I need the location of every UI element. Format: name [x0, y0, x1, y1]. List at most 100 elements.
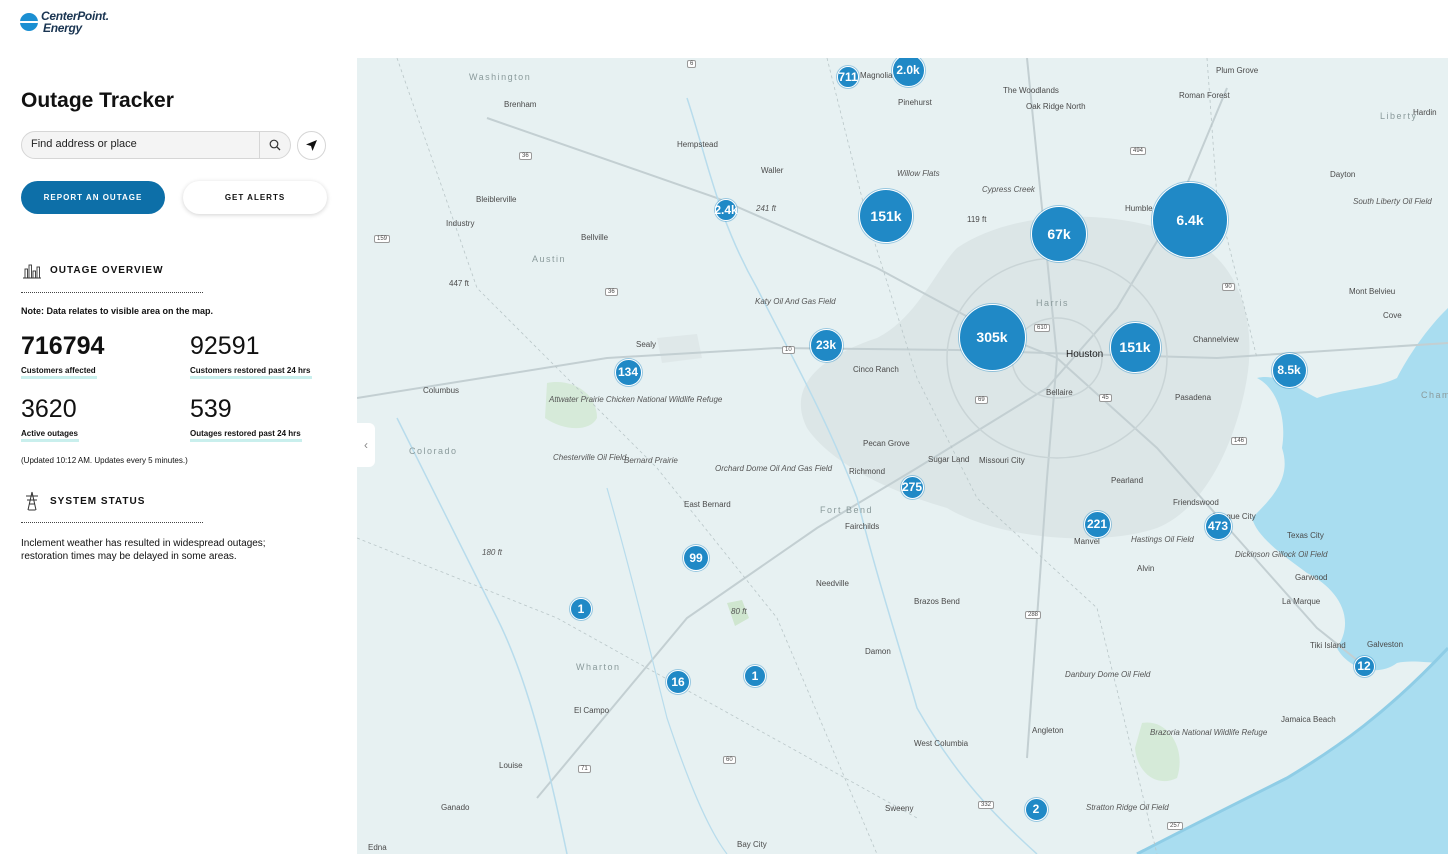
- outage-cluster[interactable]: 275: [900, 475, 924, 499]
- map-place-label: Edna: [368, 843, 387, 852]
- outage-cluster[interactable]: 2.0k: [891, 58, 925, 87]
- power-tower-icon: [21, 491, 43, 511]
- active-outages-stat: 3620 Active outages: [21, 395, 79, 442]
- map-place-label: Pearland: [1111, 476, 1144, 485]
- map-place-label: Washington: [469, 72, 532, 82]
- get-alerts-button[interactable]: GET ALERTS: [183, 181, 327, 214]
- map-place-label: Chesterville Oil Field: [553, 453, 627, 462]
- map-place-label: Galveston: [1367, 640, 1404, 649]
- san-bernard-river: [606, 487, 728, 854]
- outage-cluster[interactable]: 16: [666, 670, 690, 694]
- map-place-label: South Liberty Oil Field: [1353, 197, 1432, 206]
- park-area: [545, 382, 597, 429]
- chevron-left-icon: ‹: [364, 438, 368, 452]
- map-place-label: Mont Belvieu: [1349, 287, 1396, 296]
- map-place-label: Bellaire: [1046, 388, 1073, 397]
- search-input[interactable]: [31, 138, 251, 150]
- colorado-river: [396, 417, 568, 854]
- map-place-label: 180 ft: [482, 548, 503, 557]
- map-place-label: Alvin: [1137, 564, 1155, 573]
- outage-cluster[interactable]: 1: [570, 598, 592, 620]
- report-outage-button[interactable]: REPORT AN OUTAGE: [21, 181, 165, 214]
- highway-shield: 610: [1034, 324, 1051, 332]
- map-place-label: Colorado: [409, 446, 458, 456]
- map-place-label: Brazos Bend: [914, 597, 960, 606]
- map-place-label: Dayton: [1330, 170, 1356, 179]
- search-box: [21, 131, 291, 159]
- highway-shield: 494: [1130, 147, 1147, 155]
- map-place-label: Bernard Prairie: [624, 456, 678, 465]
- map-place-label: 241 ft: [756, 204, 777, 213]
- map-place-label: Houston: [1066, 349, 1104, 360]
- outage-cluster[interactable]: 99: [683, 545, 709, 571]
- outage-side-panel: Outage Tracker REPORT AN OUTAGE GET ALER…: [0, 58, 357, 854]
- outage-cluster[interactable]: 2: [1024, 797, 1048, 821]
- outage-cluster[interactable]: 151k: [1109, 321, 1161, 373]
- outage-cluster[interactable]: 473: [1204, 512, 1232, 540]
- map-place-label: Brazoria National Wildlife Refuge: [1150, 728, 1268, 737]
- outage-cluster[interactable]: 2.4k: [714, 199, 738, 221]
- outage-cluster[interactable]: 134: [614, 358, 642, 386]
- outage-cluster[interactable]: 221: [1083, 510, 1111, 538]
- system-status-label: SYSTEM STATUS: [50, 495, 146, 507]
- centerpoint-logo[interactable]: CenterPoint. Energy: [20, 10, 109, 34]
- gulf-of-mexico: [1137, 648, 1448, 854]
- map-place-label: Liberty: [1380, 111, 1418, 121]
- highway-shield: 90: [1222, 283, 1235, 291]
- map-place-label: Hempstead: [677, 140, 718, 149]
- customers-restored-label: Customers restored past 24 hrs: [190, 366, 312, 379]
- outage-cluster[interactable]: 6.4k: [1152, 182, 1228, 258]
- outage-cluster[interactable]: 8.5k: [1271, 352, 1307, 388]
- map-place-label: Waller: [761, 166, 784, 175]
- customers-affected-stat: 716794 Customers affected: [21, 332, 104, 379]
- system-status-heading: SYSTEM STATUS: [21, 491, 145, 511]
- highway-shield: 159: [374, 235, 391, 243]
- collapse-panel-button[interactable]: ‹: [357, 423, 375, 467]
- map-place-label: Hastings Oil Field: [1131, 535, 1194, 544]
- map-place-label: Channelview: [1193, 335, 1239, 344]
- updated-timestamp: (Updated 10:12 AM. Updates every 5 minut…: [21, 456, 188, 465]
- map-place-label: Ganado: [441, 803, 470, 812]
- outage-cluster[interactable]: 23k: [809, 328, 843, 362]
- map-place-label: Texas City: [1287, 531, 1324, 540]
- map-place-label: Austin: [532, 254, 567, 264]
- map-place-label: Bleiblerville: [476, 195, 517, 204]
- active-outages-value: 3620: [21, 395, 77, 423]
- highway-shield: 146: [1231, 437, 1248, 445]
- outages-restored-value: 539: [190, 395, 232, 423]
- map-place-label: Damon: [865, 647, 891, 656]
- outage-cluster[interactable]: 151k: [859, 189, 913, 243]
- map-place-label: Cove: [1383, 311, 1402, 320]
- map-place-label: East Bernard: [684, 500, 731, 509]
- outage-map[interactable]: Washington Brenham Hempstead Waller Magnolia…: [357, 58, 1448, 854]
- locate-me-button[interactable]: [297, 131, 326, 160]
- map-place-label: The Woodlands: [1003, 86, 1059, 95]
- page-title: Outage Tracker: [21, 89, 174, 112]
- map-place-label: Sweeny: [885, 804, 914, 813]
- highway-shield: 6: [687, 60, 697, 68]
- outage-cluster[interactable]: 12: [1353, 655, 1375, 677]
- outage-cluster[interactable]: 67k: [1031, 206, 1087, 262]
- map-place-label: Orchard Dome Oil And Gas Field: [715, 464, 833, 473]
- highway-shield: 257: [1167, 822, 1184, 830]
- map-place-label: 119 ft: [967, 215, 987, 224]
- search-button[interactable]: [259, 132, 290, 158]
- map-place-label: Humble: [1125, 204, 1153, 213]
- map-place-label: Tiki Island: [1310, 641, 1346, 650]
- map-place-label: Columbus: [423, 386, 460, 395]
- map-place-label: Stratton Ridge Oil Field: [1086, 803, 1169, 812]
- highway-shield: 332: [978, 801, 995, 809]
- outage-cluster[interactable]: 305k: [958, 303, 1026, 371]
- outage-cluster[interactable]: 1: [744, 665, 766, 687]
- highway-shield: 10: [782, 346, 795, 354]
- map-place-label: Friendswood: [1173, 498, 1219, 507]
- map-place-label: Brenham: [504, 100, 537, 109]
- logo-line-2: Energy: [43, 21, 82, 35]
- map-place-label: Plum Grove: [1216, 66, 1259, 75]
- location-arrow-icon: [306, 140, 317, 151]
- bar-chart-icon: [21, 260, 43, 280]
- map-place-label: Bay City: [737, 840, 767, 849]
- outage-cluster[interactable]: 711: [837, 66, 859, 88]
- customers-restored-stat: 92591 Customers restored past 24 hrs: [190, 332, 312, 379]
- map-place-label: Danbury Dome Oil Field: [1065, 670, 1151, 679]
